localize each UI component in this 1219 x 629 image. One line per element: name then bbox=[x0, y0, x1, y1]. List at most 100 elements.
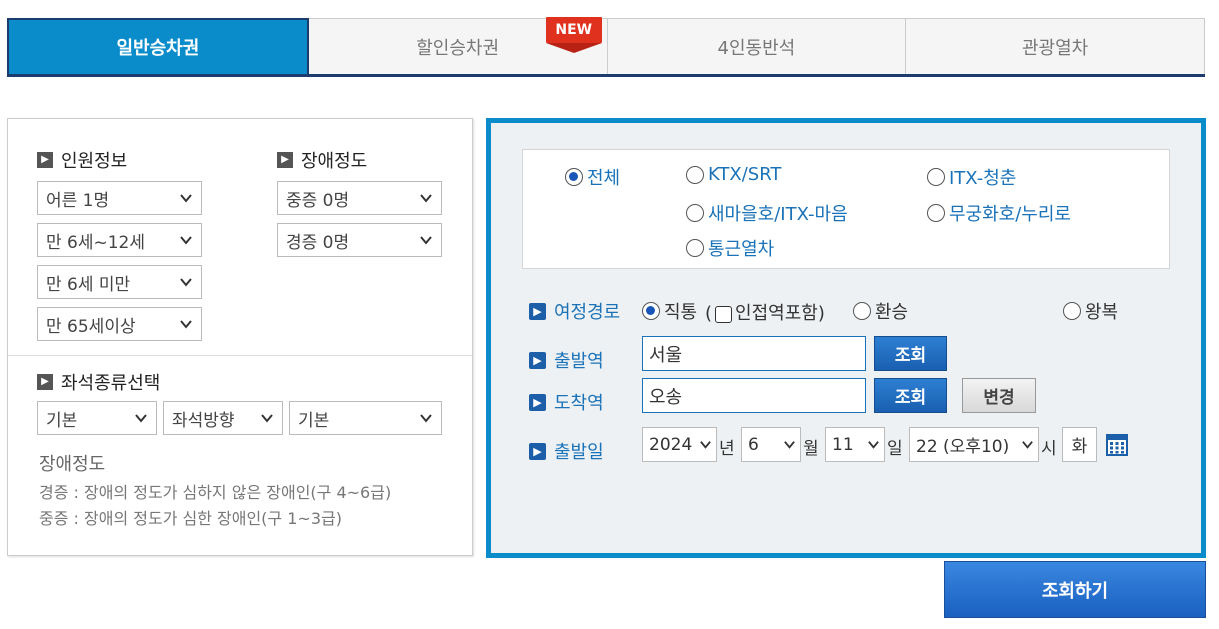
radio-circle bbox=[927, 168, 945, 186]
radio-circle bbox=[686, 165, 704, 184]
chevron-down-icon bbox=[1022, 441, 1033, 449]
search-trains-button[interactable]: 조회하기 bbox=[944, 561, 1206, 618]
departure-date-label: ▶ 출발일 bbox=[529, 438, 604, 464]
adjacent-stations-option[interactable]: ( 인접역포함) bbox=[705, 299, 825, 325]
arrival-lookup-button[interactable]: 조회 bbox=[874, 378, 947, 413]
radio-label: KTX/SRT bbox=[708, 164, 782, 185]
select-value: 만 6세~12세 bbox=[46, 232, 146, 253]
seat-type-title: ▶ 좌석종류선택 bbox=[37, 369, 160, 395]
radio-label: 무궁화호/누리로 bbox=[949, 204, 1071, 225]
senior-count-select[interactable]: 만 65세이상 bbox=[37, 307, 202, 341]
departure-station-input[interactable]: 서울 bbox=[642, 336, 866, 371]
arrow-right-icon: ▶ bbox=[529, 351, 546, 369]
arrow-right-icon: ▶ bbox=[529, 442, 546, 460]
year-unit: 년 bbox=[719, 439, 735, 459]
tab-general-ticket[interactable]: 일반승차권 bbox=[7, 18, 309, 74]
badge-ribbon-tip bbox=[545, 43, 602, 53]
chevron-down-icon bbox=[420, 414, 432, 423]
tab-label: 관광열차 bbox=[1022, 37, 1089, 59]
section-title-text: 좌석종류선택 bbox=[61, 373, 161, 394]
tab-label: 할인승차권 bbox=[416, 37, 500, 59]
month-select[interactable]: 6 bbox=[741, 427, 801, 462]
hour-unit: 시 bbox=[1041, 439, 1057, 459]
radio-all-trains[interactable]: 전체 bbox=[565, 164, 620, 190]
new-badge: NEW bbox=[545, 17, 604, 55]
seat-position-select[interactable]: 기본 bbox=[289, 401, 442, 435]
severe-disability-select[interactable]: 중증 0명 bbox=[277, 181, 442, 215]
radio-commuter-train[interactable]: 통근열차 bbox=[686, 235, 774, 261]
radio-circle bbox=[565, 168, 583, 186]
ticket-tabs: 일반승차권 할인승차권 NEW 4인동반석 관광열차 bbox=[7, 17, 1205, 77]
radio-label: 왕복 bbox=[1085, 302, 1119, 323]
radio-saemaeul-itx-maeum[interactable]: 새마을호/ITX-마음 bbox=[686, 200, 848, 226]
child-count-select[interactable]: 만 6세~12세 bbox=[37, 223, 202, 257]
seat-direction-select[interactable]: 좌석방향 bbox=[163, 401, 283, 435]
select-value: 좌석방향 bbox=[172, 410, 235, 431]
radio-itx-cheongchun[interactable]: ITX-청춘 bbox=[927, 164, 1016, 190]
arrival-station-input[interactable]: 오송 bbox=[642, 378, 866, 413]
radio-direct-route[interactable]: 직통 bbox=[642, 298, 697, 324]
select-value: 기본 bbox=[298, 410, 330, 431]
seat-type-select[interactable]: 기본 bbox=[37, 401, 157, 435]
radio-transfer-route[interactable]: 환승 bbox=[853, 298, 908, 324]
year-select[interactable]: 2024 bbox=[642, 427, 717, 462]
new-badge-label: NEW bbox=[545, 17, 602, 43]
row-label-text: 출발역 bbox=[554, 351, 604, 372]
chevron-down-icon bbox=[135, 414, 147, 423]
tab-label: 4인동반석 bbox=[717, 37, 796, 59]
adjacent-checkbox[interactable] bbox=[715, 305, 733, 323]
arrow-right-icon: ▶ bbox=[529, 302, 546, 320]
radio-label: 통근열차 bbox=[708, 239, 775, 260]
select-value: 만 6세 미만 bbox=[46, 274, 131, 295]
tab-discount-ticket[interactable]: 할인승차권 NEW bbox=[308, 17, 608, 74]
calendar-icon[interactable] bbox=[1106, 434, 1128, 456]
tab-label: 일반승차권 bbox=[116, 38, 200, 59]
select-value: 경증 0명 bbox=[286, 232, 350, 253]
select-value: 22 (오후10) bbox=[916, 437, 1010, 457]
select-value: 중증 0명 bbox=[286, 190, 350, 211]
radio-round-trip[interactable]: 왕복 bbox=[1063, 298, 1118, 324]
select-value: 어른 1명 bbox=[46, 190, 110, 211]
day-unit: 일 bbox=[887, 439, 903, 459]
section-title-text: 인원정보 bbox=[61, 151, 128, 172]
row-label-text: 도착역 bbox=[554, 393, 604, 414]
radio-label: 직통 bbox=[664, 302, 698, 323]
select-value: 2024 bbox=[649, 434, 693, 455]
adult-count-select[interactable]: 어른 1명 bbox=[37, 181, 202, 215]
select-value: 기본 bbox=[46, 410, 78, 431]
checkbox-label: 인접역포함) bbox=[735, 303, 825, 324]
paren-text: ( bbox=[705, 303, 713, 324]
select-value: 만 65세이상 bbox=[46, 316, 136, 337]
section-title-text: 장애정도 bbox=[301, 151, 368, 172]
mild-disability-select[interactable]: 경증 0명 bbox=[277, 223, 442, 257]
radio-label: 새마을호/ITX-마음 bbox=[708, 204, 848, 225]
chevron-down-icon bbox=[784, 441, 795, 449]
swap-stations-button[interactable]: 변경 bbox=[962, 378, 1036, 413]
radio-circle bbox=[686, 204, 704, 222]
infant-count-select[interactable]: 만 6세 미만 bbox=[37, 265, 202, 299]
day-select[interactable]: 11 bbox=[825, 427, 885, 462]
radio-ktx-srt[interactable]: KTX/SRT bbox=[686, 164, 781, 185]
section-divider bbox=[8, 355, 472, 356]
chevron-down-icon bbox=[180, 320, 192, 329]
radio-label: 전체 bbox=[587, 168, 621, 189]
departure-lookup-button[interactable]: 조회 bbox=[874, 336, 947, 371]
arrow-right-icon: ▶ bbox=[37, 152, 53, 168]
tab-four-person-seat[interactable]: 4인동반석 bbox=[607, 18, 907, 74]
select-value: 6 bbox=[748, 434, 759, 455]
weekday-display: 화 bbox=[1062, 427, 1097, 462]
chevron-down-icon bbox=[180, 236, 192, 245]
radio-circle bbox=[1063, 302, 1081, 320]
route-label: ▶ 여정경로 bbox=[529, 298, 620, 324]
row-label-text: 출발일 bbox=[554, 442, 604, 463]
radio-mugunghwa-nuriro[interactable]: 무궁화호/누리로 bbox=[927, 200, 1071, 226]
tab-tourist-train[interactable]: 관광열차 bbox=[906, 18, 1205, 74]
hour-select[interactable]: 22 (오후10) bbox=[909, 427, 1039, 462]
select-value: 11 bbox=[832, 434, 854, 455]
disability-notes-title: 장애정도 bbox=[39, 454, 106, 475]
radio-label: ITX-청춘 bbox=[949, 168, 1017, 189]
radio-circle bbox=[927, 204, 945, 222]
train-type-box: 전체 KTX/SRT ITX-청춘 새마을호/ITX-마음 무궁화호/누리로 통… bbox=[522, 149, 1170, 269]
chevron-down-icon bbox=[420, 236, 432, 245]
disability-title: ▶ 장애정도 bbox=[277, 147, 367, 173]
